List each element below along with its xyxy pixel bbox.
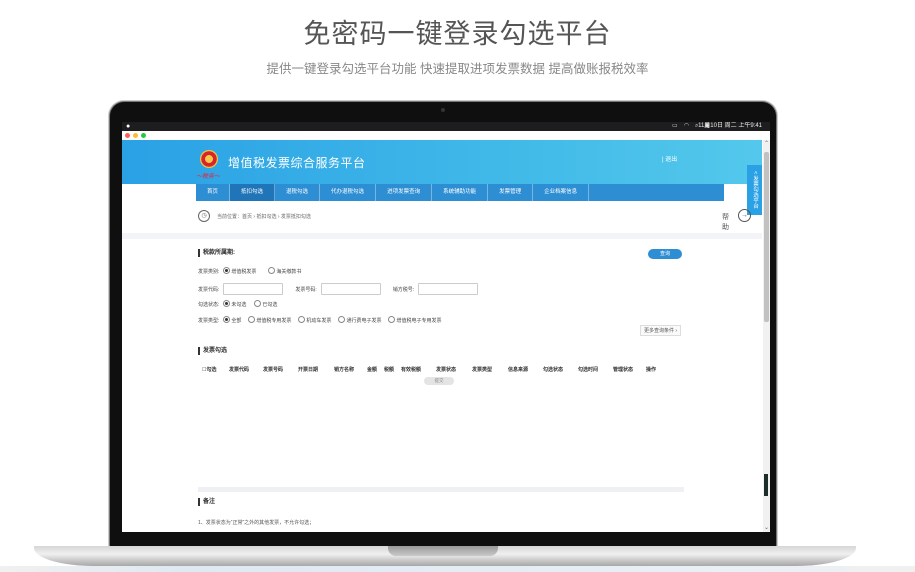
query-button[interactable]: 查询 (648, 249, 682, 259)
notes-heading: 备注 (198, 498, 215, 506)
zoom-window-button[interactable] (141, 133, 146, 138)
help-link[interactable]: 帮助 (722, 212, 729, 232)
laptop-screen: ● ▭ ◠ ⌕ ▣ 11月10日 周二 上午9:41 ～税务～ 增值税发票综合服… (122, 122, 770, 532)
nav-deduction-check[interactable]: 抵扣勾选 (230, 184, 276, 201)
col-check-time: 勾选时间 (578, 367, 599, 373)
radio-vat-special[interactable]: 增值税专用发票 (248, 316, 291, 324)
main-nav: 首页 抵扣勾选 退税勾选 代办退税勾选 进项发票查询 系统辅助功能 发票管理 企… (196, 184, 724, 201)
invoice-code-label: 发票代码: (198, 286, 220, 293)
seller-tax-label: 销方税号: (392, 286, 415, 293)
seller-tax-input[interactable] (418, 283, 479, 295)
check-status-row: 勾选状态: 未勾选 已勾选 (198, 300, 277, 309)
nav-system-tools[interactable]: 系统辅助功能 (432, 184, 489, 201)
emblem-script-logo: ～税务～ (196, 174, 221, 180)
laptop-notch (388, 546, 498, 556)
invoice-kind-row: 发票类别: 增值税发票 海关缴款书 (198, 267, 301, 276)
col-invoice-number: 发票号码 (263, 367, 284, 373)
section-divider (122, 233, 762, 239)
scroll-thumb[interactable] (764, 152, 769, 322)
col-info-source: 信息来源 (508, 367, 529, 373)
radio-toll-electronic[interactable]: 通行费电子发票 (338, 316, 381, 324)
mac-menu-bar: ● ▭ ◠ ⌕ ▣ 11月10日 周二 上午9:41 (122, 122, 770, 131)
col-tax: 税额 (384, 367, 395, 373)
location-icon: ◷ (198, 210, 210, 222)
submit-button[interactable]: 提交 (424, 377, 454, 385)
invoice-type-label: 发票类型: (198, 318, 220, 325)
table-footer-strip (198, 487, 684, 492)
col-actions: 操作 (646, 367, 657, 373)
nav-agent-refund-check[interactable]: 代办退税勾选 (320, 184, 377, 201)
nav-input-invoice-query[interactable]: 进项发票查询 (376, 184, 433, 201)
battery-icon[interactable]: ▭ (672, 122, 678, 131)
breadcrumb-text: 当前位置：首页 › 抵扣勾选 › 发票抵扣勾选 (217, 214, 311, 220)
window-controls (125, 133, 146, 138)
nav-invoice-management[interactable]: 发票管理 (488, 184, 534, 201)
floor-shadow (0, 566, 915, 572)
col-select[interactable]: ☐勾选 (202, 366, 229, 373)
minimize-window-button[interactable] (133, 133, 138, 138)
col-valid-tax: 有效税额 (401, 367, 422, 373)
site-title: 增值税发票综合服务平台 (228, 156, 366, 170)
hero-title: 免密码一键登录勾选平台 (303, 19, 612, 49)
invoice-number-input[interactable] (320, 283, 381, 295)
invoice-kind-label: 发票类别: (198, 269, 220, 276)
col-management-status: 管理状态 (613, 367, 634, 373)
invoice-check-heading: 发票勾选 (198, 347, 227, 355)
browser-window: ～税务～ 增值税发票综合服务平台 | 退出 < 发票勾选平台 首页 抵扣勾选 退… (122, 131, 762, 532)
col-invoice-status: 发票状态 (436, 367, 457, 373)
tax-emblem-icon (200, 150, 218, 168)
radio-motor-vehicle[interactable]: 机动车发票 (298, 316, 331, 324)
nav-home[interactable]: 首页 (196, 184, 231, 201)
radio-vat-invoice[interactable]: 增值税发票 (223, 267, 256, 275)
side-tab-check-platform[interactable]: < 发票勾选平台 (747, 165, 762, 215)
close-window-button[interactable] (125, 133, 130, 138)
nav-refund-check[interactable]: 退税勾选 (275, 184, 321, 201)
dock-edge (764, 474, 768, 496)
col-invoice-type: 发票类型 (472, 367, 493, 373)
camera-icon (441, 108, 445, 112)
radio-vat-electronic-special[interactable]: 增值税电子专用发票 (388, 316, 441, 324)
radio-all[interactable]: 全部 (223, 316, 241, 324)
col-seller-name: 销方名称 (334, 367, 355, 373)
wifi-icon[interactable]: ◠ (684, 122, 689, 131)
col-amount: 金额 (367, 367, 378, 373)
notes-line: 1、发票状态为“正常”之外的其他发票，不允许勾选； (198, 520, 315, 526)
apple-icon[interactable]: ● (126, 122, 130, 131)
invoice-search-row: 发票代码: 发票号码: 销方税号: (198, 283, 479, 295)
radio-unchecked[interactable]: 未勾选 (223, 300, 246, 308)
breadcrumb: ◷ 当前位置：首页 › 抵扣勾选 › 发票抵扣勾选 帮助 → (196, 207, 751, 231)
radio-checked[interactable]: 已勾选 (254, 300, 277, 308)
check-status-label: 勾选状态: (198, 302, 220, 309)
col-check-status: 勾选状态 (543, 367, 564, 373)
invoice-table-header: ☐勾选 发票代码 发票号码 开票日期 销方名称 金额 税额 有效税额 发票状态 … (202, 366, 682, 373)
radio-customs-payment[interactable]: 海关缴款书 (268, 267, 301, 275)
hero-subtitle: 提供一键登录勾选平台功能 快速提取进项发票数据 提高做账报税效率 (266, 62, 649, 76)
invoice-code-input[interactable] (223, 283, 284, 295)
menu-clock[interactable]: 11月10日 周二 上午9:41 (698, 122, 762, 131)
scroll-up-icon[interactable]: ⌃ (763, 140, 770, 148)
scroll-down-icon[interactable]: ⌄ (763, 524, 770, 532)
tax-period-heading: 税款所属期: (198, 249, 235, 257)
more-conditions-button[interactable]: 更多查询条件 › (640, 325, 682, 336)
arrow-right-icon[interactable]: → (738, 209, 751, 222)
nav-company-profile[interactable]: 企业档案信息 (533, 184, 590, 201)
logout-link[interactable]: | 退出 (662, 154, 677, 163)
invoice-number-label: 发票号码: (295, 286, 317, 293)
invoice-type-row: 发票类型: 全部 增值税专用发票 机动车发票 通行费电子发票 增值税电子专用发票 (198, 316, 441, 325)
site-header: ～税务～ 增值税发票综合服务平台 | 退出 (122, 140, 762, 184)
col-invoice-code: 发票代码 (229, 367, 250, 373)
col-issue-date: 开票日期 (298, 367, 319, 373)
